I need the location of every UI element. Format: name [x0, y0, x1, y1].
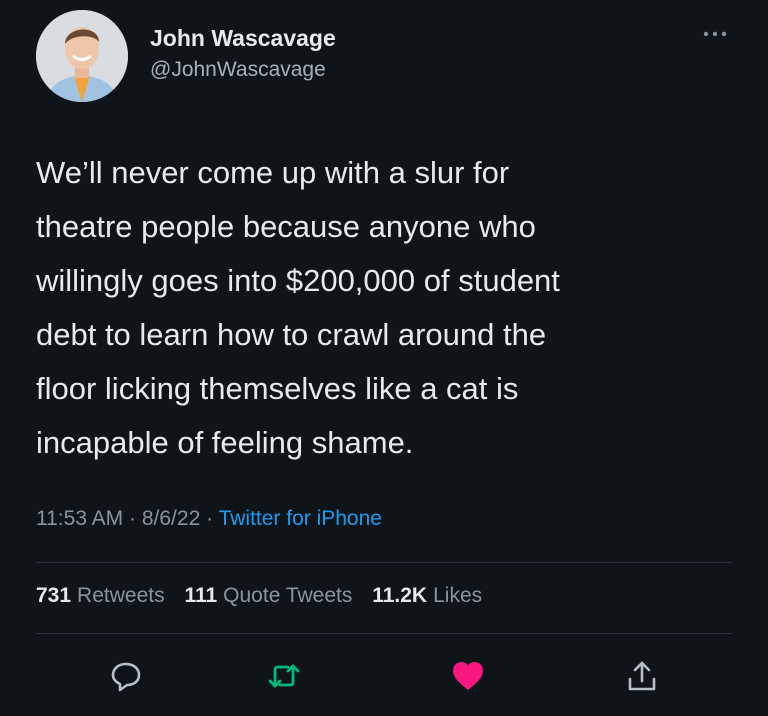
divider [36, 633, 732, 634]
quote-tweets-label: Quote Tweets [223, 584, 353, 607]
tweet-text: We’ll never come up with a slur for thea… [36, 155, 560, 460]
tweet-meta: 11:53 AM · 8/6/22 · Twitter for iPhone [36, 505, 382, 533]
user-info: John Wascavage @JohnWascavage [150, 24, 336, 84]
retweet-icon [268, 664, 300, 688]
engagement-stats: 731 Retweets 111 Quote Tweets 11.2K Likes [36, 582, 496, 610]
reply-icon [111, 662, 141, 692]
display-name[interactable]: John Wascavage [150, 24, 336, 52]
share-icon [628, 661, 656, 691]
user-handle[interactable]: @JohnWascavage [150, 56, 336, 84]
retweets-stat[interactable]: 731 Retweets [36, 582, 165, 610]
more-options-icon[interactable] [700, 26, 730, 42]
tweet-time[interactable]: 11:53 AM [36, 507, 123, 530]
likes-stat[interactable]: 11.2K Likes [372, 582, 482, 610]
divider [36, 562, 732, 563]
likes-count: 11.2K [372, 584, 428, 607]
retweets-count: 731 [36, 584, 72, 607]
retweet-button[interactable] [266, 658, 302, 694]
quote-tweets-stat[interactable]: 111 Quote Tweets [184, 582, 352, 610]
profile-photo-icon [36, 10, 128, 102]
likes-label: Likes [433, 584, 483, 607]
heart-icon [453, 662, 483, 690]
reply-button[interactable] [108, 658, 144, 694]
meta-separator: · [129, 507, 137, 530]
tweet-date[interactable]: 8/6/22 [142, 507, 200, 530]
meta-separator: · [206, 507, 214, 530]
share-button[interactable] [624, 658, 660, 694]
tweet-card: John Wascavage @JohnWascavage We’ll neve… [0, 0, 768, 716]
retweets-label: Retweets [77, 584, 165, 607]
like-button[interactable] [450, 658, 486, 694]
quote-tweets-count: 111 [184, 584, 218, 607]
avatar[interactable] [36, 10, 128, 102]
tweet-source-link[interactable]: Twitter for iPhone [219, 507, 382, 530]
